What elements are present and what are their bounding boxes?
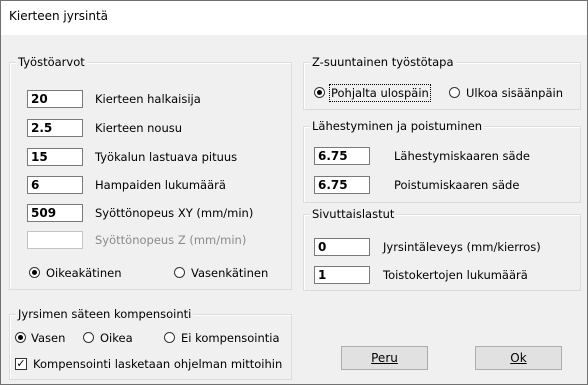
cut-width-label: Jyrsintäleveys (mm/kierros) xyxy=(383,240,541,254)
title-bar: Kierteen jyrsintä xyxy=(1,1,587,35)
outside-in-label[interactable]: Ulkoa sisäänpäin xyxy=(466,86,563,100)
teeth-count-input[interactable]: 6 xyxy=(27,176,83,194)
bottom-out-label[interactable]: Pohjalta ulospäin xyxy=(329,84,431,102)
outside-in-radio[interactable] xyxy=(449,87,460,98)
cutting-length-input[interactable]: 15 xyxy=(27,148,83,166)
dialog-window: Kierteen jyrsintä Työstöarvot 20 Kiertee… xyxy=(0,0,588,385)
exit-radius-label: Poistumiskaaren säde xyxy=(394,178,520,192)
repeat-count-label: Toistokertojen lukumäärä xyxy=(383,268,528,282)
cut-width-input[interactable]: 0 xyxy=(314,238,370,256)
group-approach-exit-legend: Lähestyminen ja poistuminen xyxy=(310,119,485,133)
thread-pitch-label: Kierteen nousu xyxy=(95,121,183,135)
ok-button[interactable]: Ok xyxy=(475,346,562,370)
window-title: Kierteen jyrsintä xyxy=(9,9,109,23)
compensation-right-label[interactable]: Oikea xyxy=(100,331,133,345)
right-handed-label[interactable]: Oikeakätinen xyxy=(46,266,121,280)
right-handed-radio[interactable] xyxy=(29,267,40,278)
teeth-count-label: Hampaiden lukumäärä xyxy=(95,178,226,192)
left-handed-label[interactable]: Vasenkätinen xyxy=(191,266,268,280)
exit-radius-input[interactable]: 6.75 xyxy=(314,176,370,194)
feed-z-input xyxy=(27,231,83,249)
group-z-direction-legend: Z-suuntainen työstötapa xyxy=(310,55,456,69)
left-handed-radio[interactable] xyxy=(174,267,185,278)
cutting-length-label: Työkalun lastuava pituus xyxy=(95,150,238,164)
approach-radius-label: Lähestymiskaaren säde xyxy=(394,149,530,163)
thread-pitch-input[interactable]: 2.5 xyxy=(27,119,83,137)
group-compensation-legend: Jyrsimen säteen kompensointi xyxy=(16,307,194,321)
thread-diameter-label: Kierteen halkaisija xyxy=(95,92,201,106)
group-side-chips-legend: Sivuttaislastut xyxy=(310,207,397,221)
approach-radius-input[interactable]: 6.75 xyxy=(314,147,370,165)
compensation-left-label[interactable]: Vasen xyxy=(31,331,65,345)
compensation-right-radio[interactable] xyxy=(83,332,94,343)
group-tyostoarvot-legend: Työstöarvot xyxy=(16,55,87,69)
feed-z-label: Syöttönopeus Z (mm/min) xyxy=(95,233,247,247)
compensation-checkbox-label[interactable]: Kompensointi lasketaan ohjelman mittoihi… xyxy=(33,357,282,371)
compensation-left-radio[interactable] xyxy=(15,332,26,343)
feed-xy-input[interactable]: 509 xyxy=(27,204,83,222)
feed-xy-label: Syöttönopeus XY (mm/min) xyxy=(95,206,254,220)
compensation-checkbox[interactable]: ✓ xyxy=(15,358,27,370)
compensation-none-label[interactable]: Ei kompensointia xyxy=(181,331,280,345)
compensation-none-radio[interactable] xyxy=(164,332,175,343)
thread-diameter-input[interactable]: 20 xyxy=(27,90,83,108)
repeat-count-input[interactable]: 1 xyxy=(314,266,370,284)
cancel-button[interactable]: Peru xyxy=(341,346,428,370)
bottom-out-radio[interactable] xyxy=(314,87,325,98)
